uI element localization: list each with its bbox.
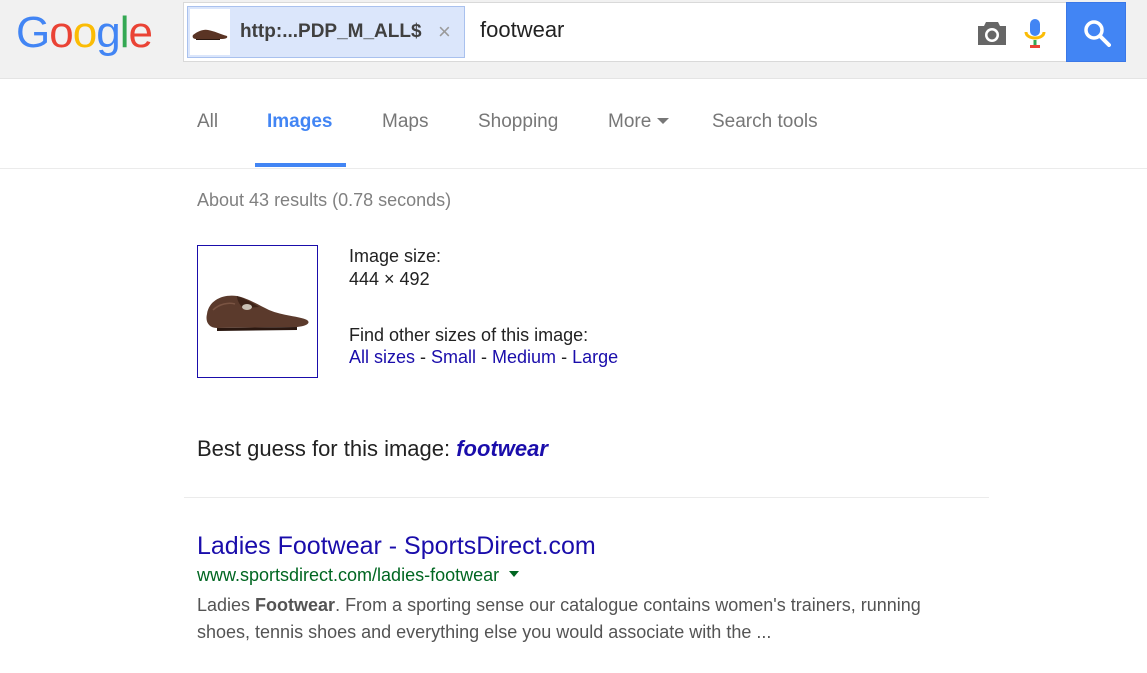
tab-more[interactable]: More	[608, 111, 670, 133]
tab-search-tools[interactable]: Search tools	[712, 111, 818, 133]
link-small[interactable]: Small	[431, 347, 476, 367]
header-bar: Google http:...PDP_M_ALL$ × footwear	[0, 0, 1147, 79]
separator: -	[556, 347, 573, 367]
close-icon[interactable]: ×	[438, 21, 451, 43]
active-tab-indicator	[255, 163, 346, 167]
camera-icon[interactable]	[976, 19, 1008, 47]
search-box[interactable]: http:...PDP_M_ALL$ × footwear	[183, 2, 1066, 62]
best-guess-link[interactable]: footwear	[456, 436, 548, 461]
chip-label: http:...PDP_M_ALL$	[240, 21, 422, 42]
tab-shopping[interactable]: Shopping	[478, 111, 558, 133]
search-button[interactable]	[1066, 2, 1126, 62]
link-medium[interactable]: Medium	[492, 347, 556, 367]
tab-maps[interactable]: Maps	[382, 111, 428, 133]
link-large[interactable]: Large	[572, 347, 618, 367]
snippet-pre: Ladies	[197, 595, 256, 615]
other-sizes-label: Find other sizes of this image:	[349, 325, 589, 345]
tab-all[interactable]: All	[197, 111, 218, 133]
tab-images[interactable]: Images	[267, 111, 332, 133]
url-options-caret-icon[interactable]	[509, 571, 520, 577]
logo-letter-4: g	[96, 8, 121, 57]
logo-letter-3: o	[72, 8, 98, 57]
image-query-chip[interactable]: http:...PDP_M_ALL$ ×	[187, 6, 465, 58]
google-logo[interactable]: Google	[16, 8, 153, 58]
result-title-link[interactable]: Ladies Footwear - SportsDirect.com	[197, 532, 596, 561]
separator: -	[476, 347, 493, 367]
divider	[184, 497, 989, 498]
query-image[interactable]	[197, 245, 318, 378]
link-all-sizes[interactable]: All sizes	[349, 347, 415, 367]
tab-more-label: More	[608, 111, 652, 132]
logo-letter-2: o	[49, 8, 74, 57]
best-guess-prefix: Best guess for this image:	[197, 436, 457, 461]
chip-thumbnail	[190, 9, 230, 55]
best-guess: Best guess for this image: footwear	[197, 436, 548, 462]
image-size-value: 444 × 492	[349, 269, 430, 289]
shoe-thumbnail-icon	[192, 29, 228, 40]
logo-letter-1: G	[16, 8, 50, 57]
logo-letter-6: e	[128, 8, 153, 57]
image-size-label: Image size:	[349, 246, 442, 266]
separator: -	[415, 347, 432, 367]
search-icon	[1084, 20, 1111, 47]
result-snippet: Ladies Footwear. From a sporting sense o…	[197, 592, 957, 646]
logo-letter-5: l	[119, 8, 130, 57]
result-stats: About 43 results (0.78 seconds)	[197, 190, 452, 210]
caret-down-icon	[657, 118, 670, 124]
result-url: www.sportsdirect.com/ladies-footwear	[197, 565, 520, 586]
mic-icon[interactable]	[1023, 17, 1047, 51]
size-links: All sizes - Small - Medium - Large	[349, 347, 618, 368]
search-input[interactable]: footwear	[480, 17, 564, 43]
shoe-image	[206, 295, 309, 331]
result-url-text: www.sportsdirect.com/ladies-footwear	[197, 565, 500, 585]
snippet-bold: Footwear	[255, 595, 336, 615]
search-tabs: All Images Maps Shopping More Search too…	[0, 80, 1147, 169]
